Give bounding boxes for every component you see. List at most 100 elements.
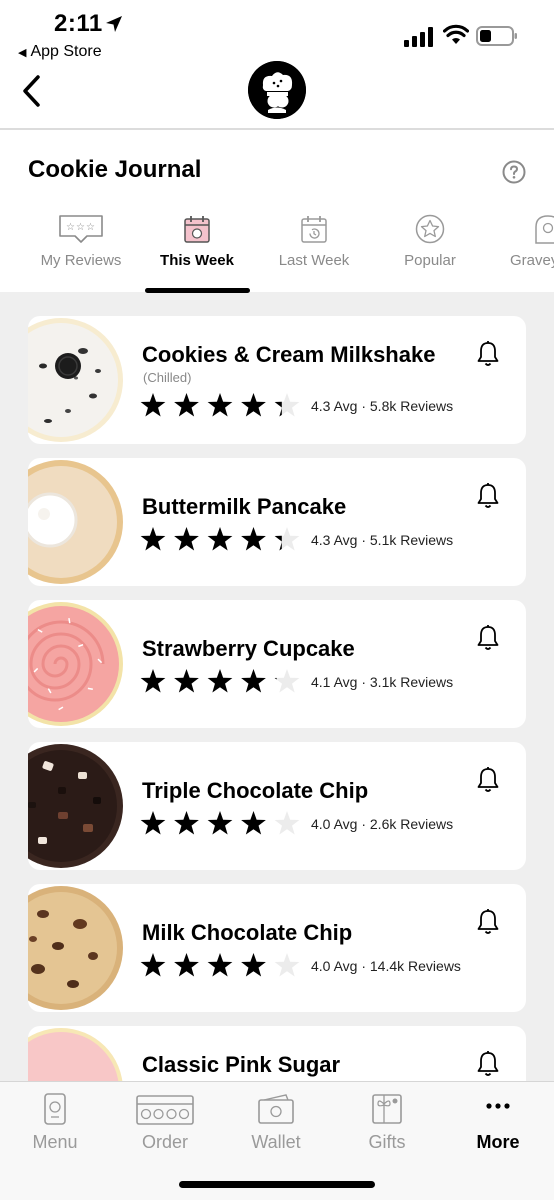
star-filled (174, 669, 199, 693)
bell-icon[interactable] (476, 340, 500, 368)
rating-summary: 4.1 Avg · 3.1k Reviews (311, 674, 454, 690)
cookie-card[interactable]: Triple Chocolate Chip 4.0 Avg · 2.6k Rev… (28, 742, 526, 870)
star-filled (207, 669, 233, 693)
nav-label: Order (141, 1132, 188, 1152)
star-filled (140, 669, 166, 693)
bell-icon[interactable] (476, 766, 500, 794)
milk-chocolate-chip-cookie-image (28, 884, 124, 1012)
star-filled (241, 669, 266, 693)
rating-stars (140, 527, 300, 551)
star-filled (241, 527, 266, 551)
tab-this-week[interactable]: This Week (137, 208, 257, 292)
bell-icon[interactable] (476, 908, 500, 936)
bell-icon[interactable] (476, 482, 500, 510)
nav-gifts[interactable]: Gifts (337, 1082, 437, 1162)
nav-label: More (476, 1132, 520, 1152)
nav-label: Menu (32, 1132, 78, 1152)
star-circle-icon (415, 214, 445, 244)
cookie-card[interactable]: Buttermilk Pancake 4.3 Avg · 5.1k Review… (28, 458, 526, 586)
svg-text:☆: ☆ (76, 222, 85, 233)
tab-label: This Week (160, 252, 234, 269)
location-arrow-icon (106, 16, 122, 32)
cookie-card[interactable]: Cookies & Cream Milkshake (Chilled) 4.3 … (28, 316, 526, 444)
svg-text:☆: ☆ (66, 222, 75, 233)
bell-icon[interactable] (476, 1050, 500, 1078)
tab-label: Gravey (510, 252, 554, 269)
star-filled (207, 393, 233, 417)
chef-logo-icon[interactable] (248, 61, 306, 119)
nav-wallet[interactable]: Wallet (226, 1082, 326, 1162)
cookie-card[interactable]: Strawberry Cupcake 4.1 Avg · 3.1k Review… (28, 600, 526, 728)
star-empty (274, 811, 300, 835)
star-empty (274, 953, 300, 977)
bell-icon[interactable] (476, 624, 500, 652)
status-bar: 2:11 ◀ App Store (0, 0, 554, 64)
home-indicator (179, 1181, 375, 1188)
calendar-history-icon (301, 216, 327, 243)
cookie-card[interactable]: Classic Pink Sugar (28, 1026, 526, 1082)
cookie-card[interactable]: Milk Chocolate Chip 4.0 Avg · 14.4k Revi… (28, 884, 526, 1012)
rating-summary: 4.0 Avg · 2.6k Reviews (311, 816, 454, 832)
cookie-list[interactable]: Cookies & Cream Milkshake (Chilled) 4.3 … (0, 292, 554, 1082)
back-app-label: App Store (30, 43, 102, 60)
star-filled (241, 953, 266, 977)
tab-label: Last Week (278, 252, 350, 269)
star-filled (140, 811, 166, 835)
classic-pink-sugar-cookie-image (28, 1026, 124, 1082)
header-area: 2:11 ◀ App Store Cookie Journal ☆ ☆ ☆ My… (0, 0, 554, 292)
star-filled (174, 811, 199, 835)
tab-label: My Reviews (40, 252, 122, 269)
star-filled (207, 953, 233, 977)
rating-stars (140, 811, 300, 835)
cookie-name: Milk Chocolate Chip (142, 920, 353, 945)
review-stars-icon: ☆ ☆ ☆ (59, 215, 103, 243)
star-filled (140, 953, 166, 977)
back-chevron-icon[interactable] (20, 74, 44, 108)
cookie-name: Buttermilk Pancake (142, 494, 347, 519)
triple-chocolate-chip-cookie-image (28, 742, 124, 870)
nav-order[interactable]: Order (115, 1082, 215, 1162)
star-filled (174, 527, 199, 551)
tab-my-reviews[interactable]: ☆ ☆ ☆ My Reviews (21, 208, 141, 292)
cookie-box-icon (136, 1095, 194, 1125)
journal-tabs: ☆ ☆ ☆ My Reviews This Week Last Week Pop… (0, 208, 554, 292)
battery-icon (476, 26, 517, 46)
star-filled (174, 953, 199, 977)
star-filled (207, 527, 233, 551)
back-triangle-icon: ◀ (18, 47, 27, 59)
tab-last-week[interactable]: Last Week (254, 208, 374, 292)
star-filled (174, 393, 199, 417)
cookie-subtitle: (Chilled) (143, 370, 192, 385)
nav-menu[interactable]: Menu (5, 1082, 105, 1162)
strawberry-cupcake-cookie-image (28, 600, 124, 728)
nav-more[interactable]: More (448, 1082, 548, 1162)
cookie-name: Classic Pink Sugar (142, 1052, 341, 1077)
rating-stars (140, 669, 300, 693)
star-filled (241, 393, 266, 417)
tab-popular[interactable]: Popular (370, 208, 490, 292)
rating-summary: 4.3 Avg · 5.8k Reviews (311, 398, 454, 414)
back-to-app-store[interactable]: ◀ App Store (18, 43, 102, 61)
cookies-and-cream-cookie-image (28, 316, 124, 444)
star-empty (274, 669, 300, 693)
wifi-icon (443, 24, 469, 44)
rating-summary: 4.0 Avg · 14.4k Reviews (311, 958, 461, 974)
wallet-icon (258, 1094, 294, 1124)
menu-phone-icon (44, 1093, 66, 1125)
star-filled (140, 393, 166, 417)
header-divider (0, 128, 554, 130)
calendar-cookie-icon (184, 216, 210, 243)
help-question-icon[interactable] (502, 160, 526, 184)
cookie-name: Triple Chocolate Chip (142, 778, 369, 803)
tombstone-icon (535, 215, 554, 244)
rating-stars (140, 953, 300, 977)
rating-stars (140, 393, 300, 417)
buttermilk-pancake-cookie-image (28, 458, 124, 586)
star-filled (140, 527, 166, 551)
nav-label: Wallet (251, 1132, 301, 1152)
tab-graveyard[interactable]: Gravey (480, 208, 554, 292)
tab-label: Popular (404, 252, 456, 269)
status-time: 2:11 (54, 10, 103, 37)
svg-text:☆: ☆ (86, 222, 95, 233)
more-dots-icon (486, 1103, 510, 1109)
